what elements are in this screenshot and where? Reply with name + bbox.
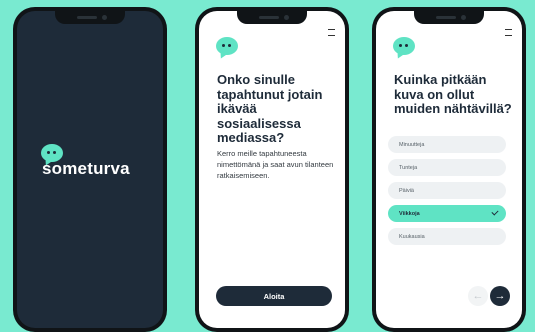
answer-options: Minuutteja Tunteja Päiviä Viikkoja Kuuka… [388,136,506,251]
back-arrow-button[interactable]: ← [468,286,488,306]
phone-notch [414,11,484,24]
phone-notch [55,11,125,24]
option-hours[interactable]: Tunteja [388,159,506,176]
option-months[interactable]: Kuukausia [388,228,506,245]
phone-question: Kuinka pitkään kuva on ollut muiden näht… [372,7,526,332]
start-button[interactable]: Aloita [216,286,332,306]
splash-screen: someturva [17,11,163,328]
speech-bubble-icon [393,37,415,55]
question-screen: Kuinka pitkään kuva on ollut muiden näht… [376,11,522,328]
intro-heading: Onko sinulle tapahtunut jotain ikävää so… [217,72,323,145]
option-minutes[interactable]: Minuutteja [388,136,506,153]
menu-icon[interactable] [328,29,335,36]
brand-logo-text: someturva [42,159,130,178]
intro-body-text: Kerro meille tapahtuneesta nimettömänä j… [217,149,334,180]
phone-intro: Onko sinulle tapahtunut jotain ikävää so… [195,7,349,332]
option-weeks[interactable]: Viikkoja [388,205,506,222]
speech-bubble-icon [216,37,238,55]
option-days[interactable]: Päiviä [388,182,506,199]
next-arrow-button[interactable]: → [490,286,510,306]
phone-splash: someturva [13,7,167,332]
check-icon [491,208,499,216]
question-heading: Kuinka pitkään kuva on ollut muiden näht… [394,72,512,116]
intro-screen: Onko sinulle tapahtunut jotain ikävää so… [199,11,345,328]
menu-icon[interactable] [505,29,512,36]
phone-notch [237,11,307,24]
